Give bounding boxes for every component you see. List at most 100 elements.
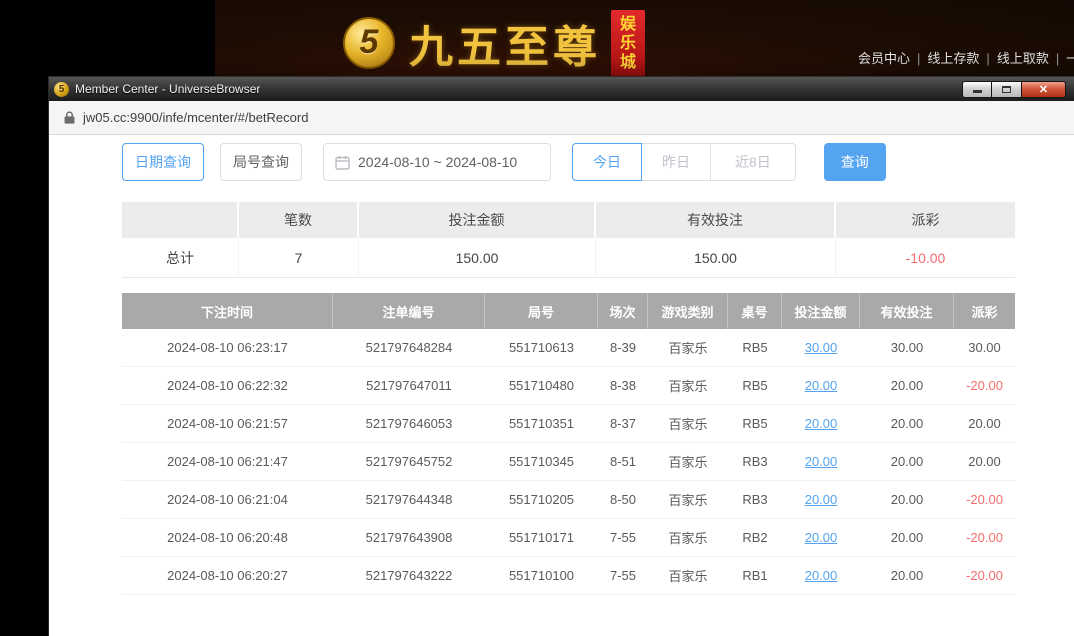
filter-today-button[interactable]: 今日 [572, 143, 642, 181]
cell-bet-amount: 20.00 [782, 481, 860, 519]
cell-session: 8-39 [598, 329, 648, 367]
bet-record-table: 下注时间 注单编号 局号 场次 游戏类别 桌号 投注金额 有效投注 派彩 202… [122, 293, 1015, 595]
cell-valid-bet: 20.00 [860, 519, 954, 557]
bet-amount-link[interactable]: 30.00 [805, 340, 838, 355]
cell-bet-time: 2024-08-10 06:23:17 [122, 329, 333, 367]
cell-bet-amount: 20.00 [782, 443, 860, 481]
window-titlebar[interactable]: 5 Member Center - UniverseBrowser ✕ [49, 77, 1074, 101]
nav-item-partial[interactable]: 一 [1066, 51, 1074, 66]
cell-bet-amount: 20.00 [782, 557, 860, 595]
logo-badge: 娱乐城 [611, 10, 645, 78]
maximize-icon [1002, 86, 1011, 93]
window-controls: ✕ [962, 81, 1066, 98]
cell-slip-number: 521797643908 [333, 519, 485, 557]
cell-bet-time: 2024-08-10 06:21:47 [122, 443, 333, 481]
cell-game-type: 百家乐 [648, 557, 728, 595]
col-game-type: 游戏类别 [648, 293, 728, 329]
summary-bet-amount-value: 150.00 [359, 238, 596, 278]
bet-amount-link[interactable]: 20.00 [805, 416, 838, 431]
cell-game-type: 百家乐 [648, 443, 728, 481]
cell-valid-bet: 20.00 [860, 405, 954, 443]
cell-bet-time: 2024-08-10 06:22:32 [122, 367, 333, 405]
filter-last8days-button[interactable]: 近8日 [710, 143, 796, 181]
nav-online-withdraw[interactable]: 线上取款 [997, 51, 1049, 66]
browser-window: 5 Member Center - UniverseBrowser ✕ jw05… [48, 76, 1074, 636]
filter-yesterday-button[interactable]: 昨日 [641, 143, 711, 181]
bet-amount-link[interactable]: 20.00 [805, 568, 838, 583]
cell-table-number: RB3 [728, 481, 782, 519]
col-session: 场次 [598, 293, 648, 329]
nav-online-deposit[interactable]: 线上存款 [927, 51, 979, 66]
window-title: Member Center - UniverseBrowser [75, 82, 260, 96]
summary-table: 笔数 投注金额 有效投注 派彩 总计 7 150.00 150.00 -10.0… [122, 202, 1015, 278]
summary-col-valid-bet: 有效投注 [596, 202, 836, 238]
cell-bet-amount: 20.00 [782, 367, 860, 405]
col-bet-amount: 投注金额 [782, 293, 860, 329]
cell-bet-amount: 20.00 [782, 519, 860, 557]
cell-payout: -20.00 [954, 519, 1015, 557]
table-row: 2024-08-10 06:20:48 521797643908 5517101… [122, 519, 1015, 557]
cell-payout: 20.00 [954, 443, 1015, 481]
cell-bet-amount: 20.00 [782, 405, 860, 443]
logo-coin-icon: 5 [343, 17, 395, 69]
lock-icon [64, 111, 75, 124]
summary-col-count: 笔数 [239, 202, 359, 238]
nav-separator: | [1056, 51, 1059, 66]
date-query-button[interactable]: 日期查询 [122, 143, 204, 181]
cell-payout: 30.00 [954, 329, 1015, 367]
summary-total-label: 总计 [122, 238, 239, 278]
cell-slip-number: 521797647011 [333, 367, 485, 405]
cell-table-number: RB2 [728, 519, 782, 557]
nav-separator: | [986, 51, 989, 66]
col-slip-number: 注单编号 [333, 293, 485, 329]
minimize-button[interactable] [962, 81, 992, 98]
nav-member-center[interactable]: 会员中心 [858, 51, 910, 66]
summary-count-value: 7 [239, 238, 359, 278]
bet-table-body: 2024-08-10 06:23:17 521797648284 5517106… [122, 329, 1015, 595]
close-button[interactable]: ✕ [1022, 81, 1066, 98]
summary-payout-value: -10.00 [836, 238, 1015, 278]
cell-valid-bet: 20.00 [860, 557, 954, 595]
col-round-number: 局号 [485, 293, 598, 329]
cell-game-type: 百家乐 [648, 481, 728, 519]
cell-round-number: 551710205 [485, 481, 598, 519]
bet-amount-link[interactable]: 20.00 [805, 530, 838, 545]
cell-session: 8-37 [598, 405, 648, 443]
cell-payout: 20.00 [954, 405, 1015, 443]
top-nav: 会员中心|线上存款|线上取款|一 [858, 48, 1074, 67]
cell-session: 7-55 [598, 557, 648, 595]
cell-session: 8-50 [598, 481, 648, 519]
col-valid-bet: 有效投注 [860, 293, 954, 329]
cell-slip-number: 521797646053 [333, 405, 485, 443]
bet-amount-link[interactable]: 20.00 [805, 454, 838, 469]
cell-payout: -20.00 [954, 557, 1015, 595]
search-button[interactable]: 查询 [824, 143, 886, 181]
cell-table-number: RB1 [728, 557, 782, 595]
bet-amount-link[interactable]: 20.00 [805, 492, 838, 507]
calendar-icon [335, 155, 350, 170]
maximize-button[interactable] [992, 81, 1022, 98]
cell-bet-time: 2024-08-10 06:21:04 [122, 481, 333, 519]
table-row: 2024-08-10 06:23:17 521797648284 5517106… [122, 329, 1015, 367]
cell-round-number: 551710480 [485, 367, 598, 405]
cell-payout: -20.00 [954, 367, 1015, 405]
summary-valid-bet-value: 150.00 [596, 238, 836, 278]
round-query-button[interactable]: 局号查询 [220, 143, 302, 181]
cell-bet-time: 2024-08-10 06:20:27 [122, 557, 333, 595]
summary-total-row: 总计 7 150.00 150.00 -10.00 [122, 238, 1015, 278]
cell-payout: -20.00 [954, 481, 1015, 519]
date-range-value: 2024-08-10 ~ 2024-08-10 [358, 154, 517, 170]
cell-bet-time: 2024-08-10 06:20:48 [122, 519, 333, 557]
quick-filter-group: 今日 昨日 近8日 [572, 143, 796, 181]
cell-table-number: RB3 [728, 443, 782, 481]
cell-slip-number: 521797643222 [333, 557, 485, 595]
bet-amount-link[interactable]: 20.00 [805, 378, 838, 393]
table-row: 2024-08-10 06:21:57 521797646053 5517103… [122, 405, 1015, 443]
filter-toolbar: 日期查询 局号查询 2024-08-10 ~ 2024-08-10 今日 昨日 … [122, 143, 1074, 181]
address-bar[interactable]: jw05.cc:9900/infe/mcenter/#/betRecord [49, 101, 1074, 135]
cell-game-type: 百家乐 [648, 367, 728, 405]
cell-slip-number: 521797644348 [333, 481, 485, 519]
cell-bet-amount: 30.00 [782, 329, 860, 367]
date-range-input[interactable]: 2024-08-10 ~ 2024-08-10 [323, 143, 551, 181]
cell-game-type: 百家乐 [648, 405, 728, 443]
